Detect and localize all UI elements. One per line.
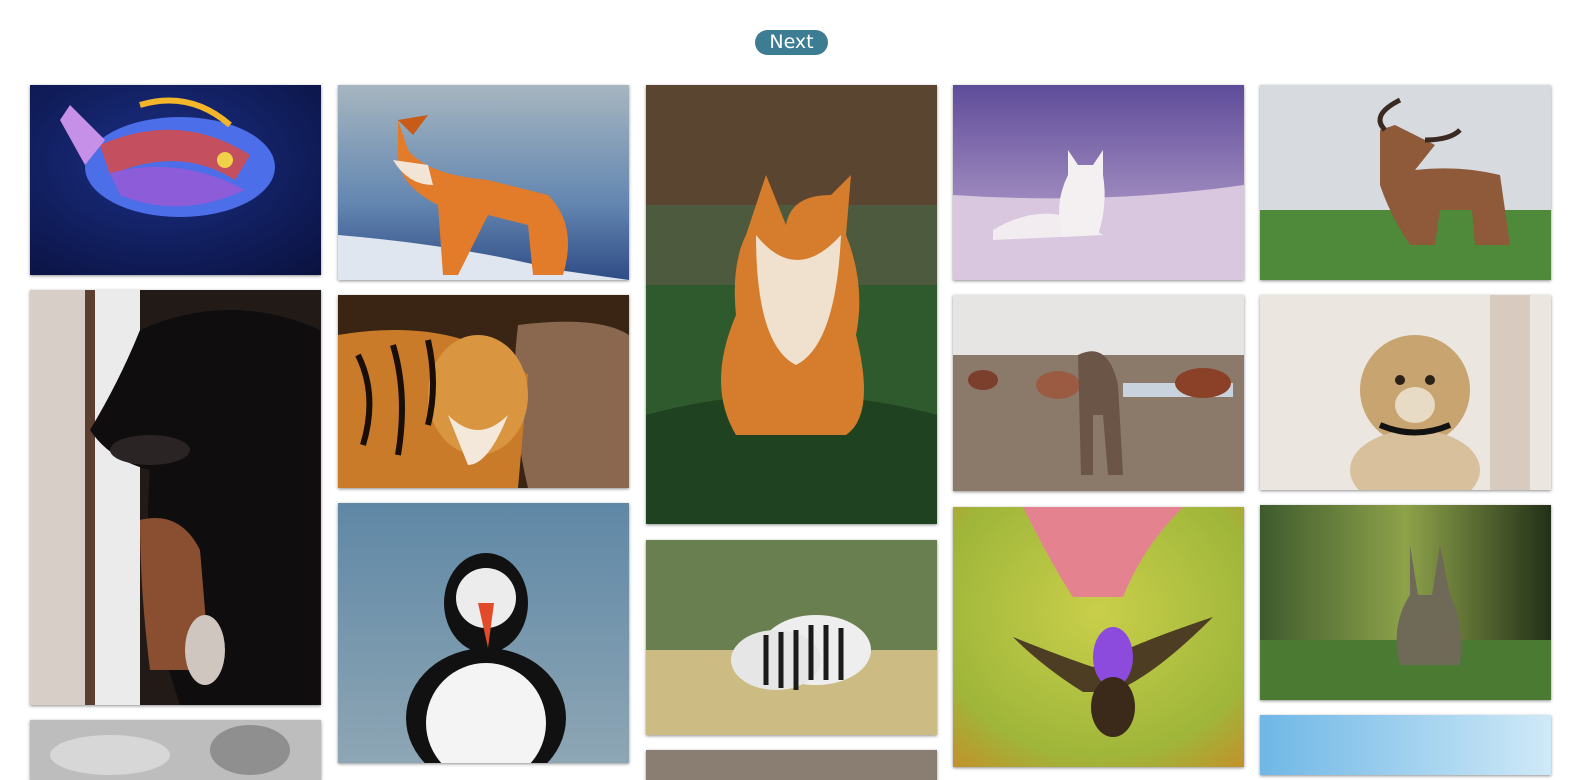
- photo-tiger[interactable]: [338, 295, 629, 488]
- photo-highland-cow[interactable]: [1260, 85, 1551, 280]
- photo-puffin[interactable]: [338, 503, 629, 763]
- photo-cheetah-cub[interactable]: [1260, 295, 1551, 490]
- photo-red-fox-sitting[interactable]: [646, 85, 937, 524]
- photo-sky[interactable]: [1260, 715, 1551, 775]
- photo-grayscale-animal[interactable]: [30, 720, 321, 780]
- photo-arctic-fox[interactable]: [953, 85, 1244, 280]
- photo-horses-on-field[interactable]: [953, 295, 1244, 491]
- photo-rabbit[interactable]: [1260, 505, 1551, 700]
- photo-zebras[interactable]: [646, 540, 937, 735]
- photo-dogs-at-window[interactable]: [30, 290, 321, 705]
- photo-partial[interactable]: [646, 750, 937, 780]
- photo-tropical-fish[interactable]: [30, 85, 321, 275]
- next-button[interactable]: Next: [755, 30, 828, 55]
- photo-hummingbird[interactable]: [953, 507, 1244, 767]
- photo-red-fox-in-snow[interactable]: [338, 85, 629, 280]
